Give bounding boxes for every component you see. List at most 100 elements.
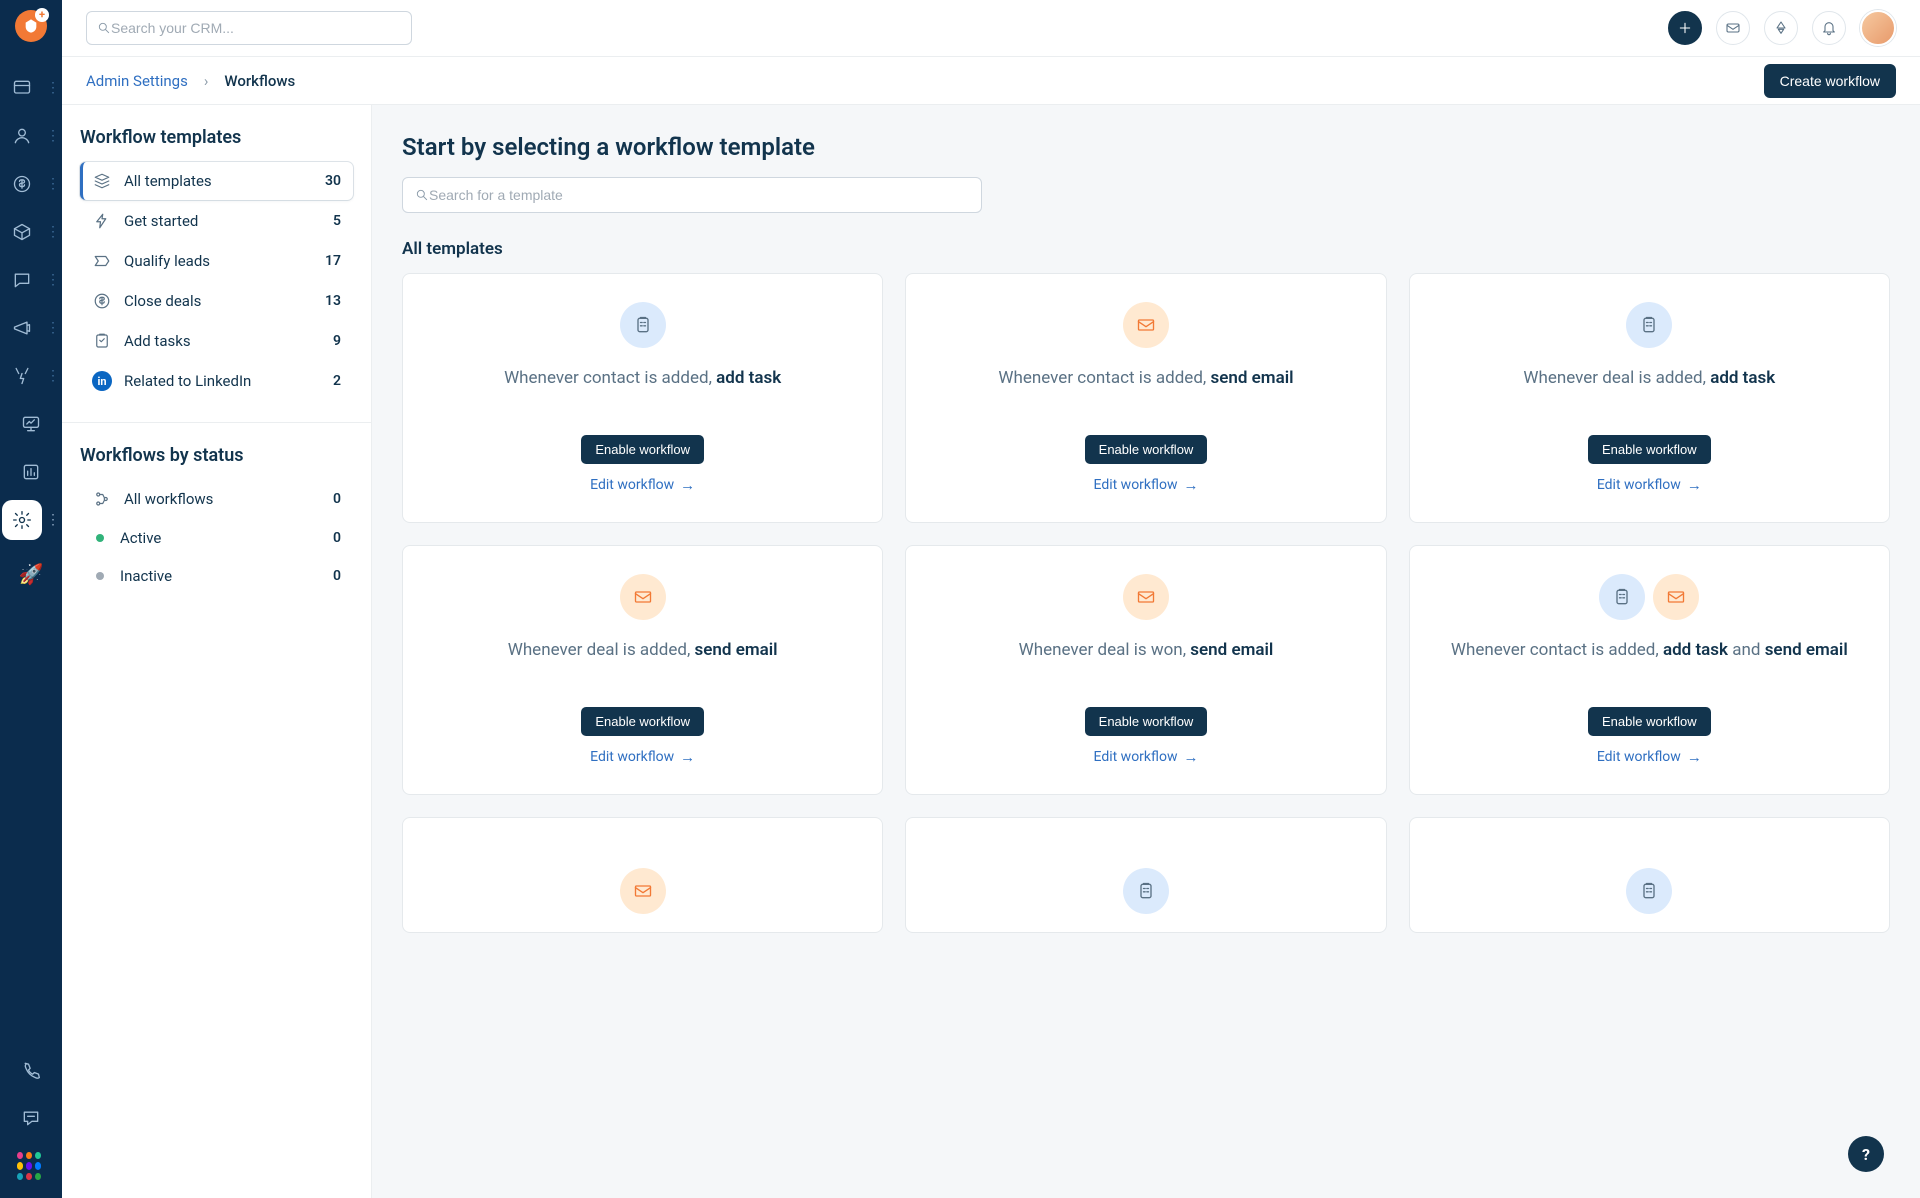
edit-workflow-link[interactable]: Edit workflow →	[590, 748, 695, 766]
nav-more-icon[interactable]: ⋮	[46, 369, 60, 383]
create-workflow-button[interactable]: Create workflow	[1764, 64, 1896, 98]
avatar[interactable]	[1860, 10, 1896, 46]
nav-deals-icon[interactable]	[2, 164, 42, 204]
arrow-right-icon: →	[680, 748, 695, 766]
workflow-template-card: Whenever deal is won, send email Enable …	[905, 545, 1386, 795]
nav-message-icon[interactable]	[11, 1098, 51, 1138]
sidebar-item-count: 9	[333, 333, 341, 349]
sidebar-item-get-started[interactable]: Get started 5	[80, 202, 353, 240]
sidebar-item-label: Add tasks	[124, 332, 191, 350]
edit-workflow-link[interactable]: Edit workflow →	[590, 476, 695, 494]
get-started-icon	[92, 211, 112, 231]
enable-workflow-button[interactable]: Enable workflow	[1588, 707, 1711, 736]
mail-icon[interactable]	[1716, 11, 1750, 45]
sidebar-item-count: 0	[333, 568, 341, 584]
sidebar-item-label: Close deals	[124, 292, 201, 310]
task-icon	[620, 302, 666, 348]
workflow-template-card: Whenever deal is added, send email Enabl…	[402, 545, 883, 795]
sidebar-item-label: Qualify leads	[124, 252, 210, 270]
breadcrumb-current: Workflows	[224, 72, 295, 90]
workflow-template-card	[1409, 817, 1890, 933]
email-icon	[620, 868, 666, 914]
nav-more-icon[interactable]: ⋮	[46, 81, 60, 95]
sidebar-status-all-wf[interactable]: All workflows0	[80, 480, 353, 518]
nav-automations-icon[interactable]	[2, 356, 42, 396]
nav-more-icon[interactable]: ⋮	[46, 273, 60, 287]
add-button[interactable]	[1668, 11, 1702, 45]
notifications-icon[interactable]	[1812, 11, 1846, 45]
template-search-input[interactable]	[429, 187, 969, 203]
sidebar-item-label: All workflows	[124, 490, 213, 508]
workflow-template-card: Whenever deal is added, add task Enable …	[1409, 273, 1890, 523]
email-icon	[620, 574, 666, 620]
task-icon	[1123, 868, 1169, 914]
help-fab[interactable]: ?	[1848, 1136, 1884, 1172]
arrow-right-icon: →	[680, 476, 695, 494]
arrow-right-icon: →	[1183, 476, 1198, 494]
nav-contacts-icon[interactable]	[2, 116, 42, 156]
sidebar-status-header: Workflows by status	[80, 445, 353, 466]
sidebar-item-count: 2	[333, 373, 341, 389]
arrow-right-icon: →	[1183, 748, 1198, 766]
edit-workflow-link[interactable]: Edit workflow →	[1094, 476, 1199, 494]
template-search[interactable]	[402, 177, 982, 213]
sidebar-item-count: 17	[325, 253, 341, 269]
nav-dashboard-icon[interactable]	[2, 68, 42, 108]
subheader: Admin Settings › Workflows Create workfl…	[62, 57, 1920, 105]
sidebar-item-close-deals[interactable]: Close deals 13	[80, 282, 353, 320]
edit-workflow-link[interactable]: Edit workflow →	[1597, 476, 1702, 494]
edit-workflow-link[interactable]: Edit workflow →	[1597, 748, 1702, 766]
sidebar-item-all[interactable]: All templates30	[80, 162, 353, 200]
nav-more-icon[interactable]: ⋮	[46, 225, 60, 239]
nav-products-icon[interactable]	[2, 212, 42, 252]
nav-reports-icon[interactable]	[11, 452, 51, 492]
enable-workflow-button[interactable]: Enable workflow	[581, 435, 704, 464]
topbar	[62, 0, 1920, 57]
add-tasks-icon	[92, 331, 112, 351]
card-title: Whenever deal is added, send email	[508, 638, 778, 664]
enable-workflow-button[interactable]: Enable workflow	[1085, 707, 1208, 736]
enable-workflow-button[interactable]: Enable workflow	[1085, 435, 1208, 464]
nav-more-icon[interactable]: ⋮	[46, 177, 60, 191]
nav-more-icon[interactable]: ⋮	[46, 321, 60, 335]
workflow-template-card	[402, 817, 883, 933]
enable-workflow-button[interactable]: Enable workflow	[1588, 435, 1711, 464]
edit-workflow-link[interactable]: Edit workflow →	[1094, 748, 1199, 766]
qualify-leads-icon	[92, 251, 112, 271]
sidebar-status-active[interactable]: Active0	[80, 520, 353, 556]
nav-monitor-icon[interactable]	[11, 404, 51, 444]
email-icon	[1123, 574, 1169, 620]
nav-more-icon[interactable]: ⋮	[46, 129, 60, 143]
sidebar-item-count: 30	[325, 173, 341, 189]
sidebar-item-count: 5	[333, 213, 341, 229]
nav-settings-icon[interactable]	[2, 500, 42, 540]
enable-workflow-button[interactable]: Enable workflow	[581, 707, 704, 736]
sidebar-status-inactive[interactable]: Inactive0	[80, 558, 353, 594]
sidebar-item-add-tasks[interactable]: Add tasks 9	[80, 322, 353, 360]
sidebar-item-linkedin[interactable]: inRelated to LinkedIn2	[80, 362, 353, 400]
global-search[interactable]	[86, 11, 412, 45]
breadcrumb-parent[interactable]: Admin Settings	[86, 72, 188, 90]
nav-phone-icon[interactable]	[11, 1050, 51, 1090]
nav-apps-icon[interactable]	[11, 1146, 51, 1186]
sidebar-templates-header: Workflow templates	[80, 127, 353, 148]
sidebar-item-qualify-leads[interactable]: Qualify leads 17	[80, 242, 353, 280]
arrow-right-icon: →	[1687, 476, 1702, 494]
task-icon	[1626, 302, 1672, 348]
nav-rocket-icon[interactable]: 🚀	[11, 554, 51, 594]
nav-campaigns-icon[interactable]	[2, 308, 42, 348]
sidebar-item-count: 13	[325, 293, 341, 309]
card-title: Whenever deal is won, send email	[1019, 638, 1274, 664]
global-search-input[interactable]	[111, 20, 401, 36]
sidebar-item-label: Get started	[124, 212, 198, 230]
sidebar-item-label: Active	[120, 529, 161, 547]
workflow-template-card: Whenever contact is added, add task and …	[1409, 545, 1890, 795]
nav-more-icon[interactable]: ⋮	[46, 513, 60, 527]
app-logo[interactable]	[15, 10, 47, 42]
nav-chat-icon[interactable]	[2, 260, 42, 300]
card-title: Whenever contact is added, add task and …	[1451, 638, 1848, 664]
email-icon	[1653, 574, 1699, 620]
freddy-icon[interactable]	[1764, 11, 1798, 45]
workflow-panel: Start by selecting a workflow template A…	[372, 105, 1920, 1198]
workflow-template-card: Whenever contact is added, send email En…	[905, 273, 1386, 523]
